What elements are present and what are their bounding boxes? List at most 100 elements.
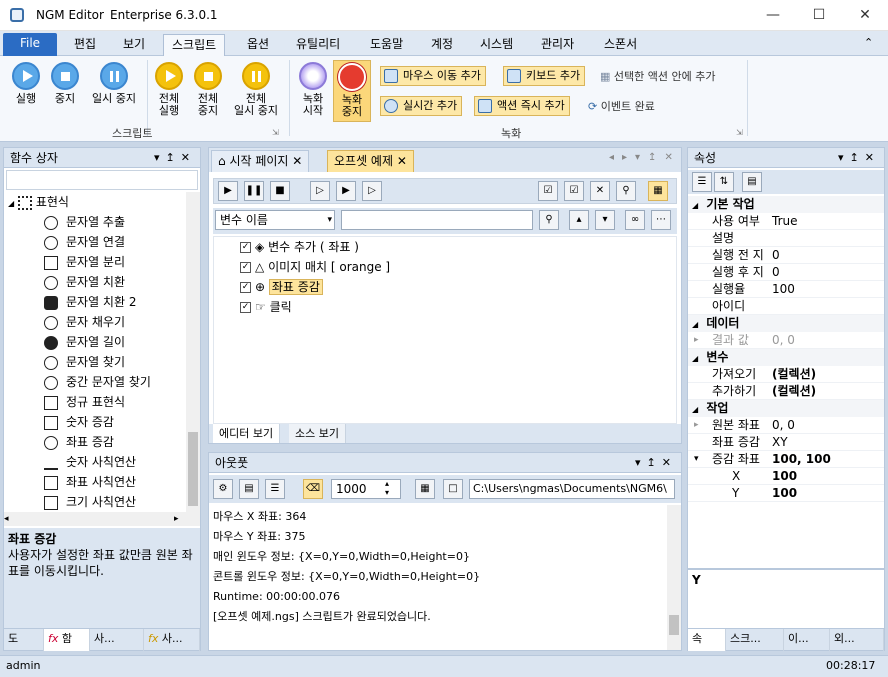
panel-pin-icons[interactable]: ▾↥✕ bbox=[838, 148, 880, 168]
close-tab-icon[interactable]: ✕ bbox=[397, 154, 407, 168]
delete-icon[interactable]: ✕ bbox=[590, 181, 610, 201]
tree-item[interactable]: 좌표 증감 bbox=[44, 432, 114, 452]
add-action-now-button[interactable]: 액션 즉시 추가 bbox=[474, 96, 570, 116]
menu-file[interactable]: File bbox=[3, 33, 57, 56]
checkbox[interactable]: ✓ bbox=[240, 302, 251, 313]
folder-icon[interactable]: □ bbox=[443, 479, 463, 499]
step-icon[interactable]: ▷ bbox=[310, 181, 330, 201]
prop-row[interactable]: ▸ 결과 값 0, 0 bbox=[688, 332, 884, 349]
add-realtime-button[interactable]: 실시간 추가 bbox=[380, 96, 463, 116]
prop-row[interactable]: 실행 전 지0 bbox=[688, 247, 884, 264]
tab-start-page[interactable]: ⌂ 시작 페이지 ✕ bbox=[211, 150, 310, 172]
arrow-down-icon[interactable]: ▾ bbox=[595, 210, 615, 230]
category-work[interactable]: ◢ 작업 bbox=[688, 400, 884, 417]
prop-row[interactable]: 추가하기 (컬렉션) bbox=[688, 383, 884, 400]
prop-row[interactable]: 좌표 증감 XY bbox=[688, 434, 884, 451]
close-window-button[interactable]: ✕ bbox=[842, 0, 888, 31]
tree-view-icon[interactable]: ▦ bbox=[648, 181, 668, 201]
add-keyboard-button[interactable]: 키보드 추가 bbox=[503, 66, 586, 86]
run-button[interactable]: 실행 bbox=[8, 62, 44, 105]
prop-row[interactable]: Y 100 bbox=[688, 485, 884, 502]
tab-script[interactable]: 스크... bbox=[726, 629, 784, 651]
event-done-button[interactable]: ⟳ 이벤트 완료 bbox=[588, 98, 655, 114]
add-mouse-move-button[interactable]: 마우스 이동 추가 bbox=[380, 66, 486, 86]
tab-functions[interactable]: fx 함 bbox=[44, 629, 90, 651]
prop-row[interactable]: 실행율 100 bbox=[688, 281, 884, 298]
prop-row[interactable]: 실행 후 지0 bbox=[688, 264, 884, 281]
tree-item[interactable]: 문자열 치환 2 bbox=[44, 292, 136, 312]
tree-item[interactable]: 좌표 사칙연산 bbox=[44, 472, 136, 492]
list-icon[interactable]: ☰ bbox=[265, 479, 285, 499]
prop-row[interactable]: X 100 bbox=[688, 468, 884, 485]
categorized-icon[interactable]: ☰ bbox=[692, 172, 712, 192]
minimize-button[interactable]: — bbox=[750, 0, 796, 31]
arrow-up-icon[interactable]: ▴ bbox=[569, 210, 589, 230]
function-tree-scrollbar[interactable] bbox=[186, 192, 200, 512]
collapse-ribbon-icon[interactable]: ⌃ bbox=[864, 36, 873, 49]
tree-item[interactable]: 중간 문자열 찾기 bbox=[44, 372, 151, 392]
menu-system[interactable]: 시스템 bbox=[472, 34, 521, 56]
menu-admin[interactable]: 관리자 bbox=[533, 34, 582, 56]
panel-pin-icons[interactable]: ▾↥✕ bbox=[154, 148, 196, 168]
menu-options[interactable]: 옵션 bbox=[239, 34, 277, 56]
tab-image[interactable]: 이... bbox=[784, 629, 830, 651]
sort-alpha-icon[interactable]: ⇅ bbox=[714, 172, 734, 192]
step-over-icon[interactable]: ▷ bbox=[362, 181, 382, 201]
tab-offset-example[interactable]: 오프셋 예제 ✕ bbox=[327, 150, 414, 172]
output-path-field[interactable]: C:\Users\ngmas\Documents\NGM6\ bbox=[469, 479, 675, 499]
script-line[interactable]: ✓ ☞ 클릭 bbox=[240, 297, 292, 317]
stop-icon[interactable]: ■ bbox=[270, 181, 290, 201]
more-icon[interactable]: ⋯ bbox=[651, 210, 671, 230]
prop-row[interactable]: 아이디 bbox=[688, 298, 884, 315]
menu-script[interactable]: 스크립트 bbox=[163, 34, 226, 56]
clear-output-icon[interactable]: ⚙ bbox=[213, 479, 233, 499]
play-icon[interactable]: ▶ bbox=[218, 181, 238, 201]
run-all-button[interactable]: 전체 실행 bbox=[151, 62, 187, 117]
tree-item[interactable]: 문자열 찾기 bbox=[44, 352, 125, 372]
step-into-icon[interactable]: ▶ bbox=[336, 181, 356, 201]
tree-item[interactable]: 문자열 추출 bbox=[44, 212, 125, 232]
checkbox[interactable]: ✓ bbox=[240, 282, 251, 293]
function-search-input[interactable] bbox=[6, 170, 198, 190]
search-icon[interactable]: ⚲ bbox=[539, 210, 559, 230]
stop-button[interactable]: 중지 bbox=[47, 62, 83, 105]
tab-external[interactable]: 외... bbox=[830, 629, 884, 651]
menu-account[interactable]: 계정 bbox=[423, 34, 461, 56]
tab-editor-view[interactable]: 에디터 보기 bbox=[213, 424, 281, 443]
script-line-selected[interactable]: ✓ ⊕ 좌표 증감 bbox=[240, 277, 323, 297]
stepper-arrows-icon[interactable]: ▴ ▾ bbox=[385, 479, 389, 497]
variable-select[interactable]: 변수 이름 ▾ bbox=[215, 210, 335, 230]
tree-item[interactable]: 크기 사칙연산 bbox=[44, 492, 136, 512]
script-group-launcher-icon[interactable]: ⇲ bbox=[272, 128, 279, 137]
property-pages-icon[interactable]: ▤ bbox=[742, 172, 762, 192]
scrollbar-thumb[interactable] bbox=[188, 432, 198, 506]
script-line[interactable]: ✓ ◈ 변수 추가 ( 좌표 ) bbox=[240, 237, 359, 257]
tab-variables[interactable]: 도 bbox=[4, 629, 44, 651]
record-group-launcher-icon[interactable]: ⇲ bbox=[736, 128, 743, 137]
tree-category-expression[interactable]: ◢ 표현식 bbox=[8, 192, 69, 212]
eraser-icon[interactable]: ⌫ bbox=[303, 479, 323, 499]
tree-item[interactable]: 숫자 증감 bbox=[44, 412, 114, 432]
menu-utility[interactable]: 유틸리티 bbox=[288, 34, 348, 56]
tab-properties[interactable]: 속 bbox=[688, 629, 726, 651]
function-tree-hscrollbar[interactable]: ◂ ▸ bbox=[4, 512, 200, 526]
menu-help[interactable]: 도움말 bbox=[362, 34, 411, 56]
pause-icon[interactable]: ❚❚ bbox=[244, 181, 264, 201]
checkbox[interactable]: ✓ bbox=[240, 262, 251, 273]
maximize-button[interactable]: ☐ bbox=[796, 0, 842, 31]
tree-item[interactable]: 문자열 연결 bbox=[44, 232, 125, 252]
scrollbar-thumb[interactable] bbox=[669, 615, 679, 635]
pause-button[interactable]: 일시 중지 bbox=[86, 62, 142, 105]
tab-user-func[interactable]: fx 사... bbox=[144, 629, 200, 651]
check-all-icon[interactable]: ☑ bbox=[538, 181, 558, 201]
record-start-button[interactable]: 녹화 시작 bbox=[296, 62, 330, 117]
tree-item[interactable]: 숫자 사칙연산 bbox=[44, 452, 136, 472]
tree-item[interactable]: 문자열 분리 bbox=[44, 252, 125, 272]
prop-row[interactable]: 설명 bbox=[688, 230, 884, 247]
tree-item[interactable]: 정규 표현식 bbox=[44, 392, 125, 412]
tree-item[interactable]: 문자열 치환 bbox=[44, 272, 125, 292]
tab-source-view[interactable]: 소스 보기 bbox=[289, 424, 346, 443]
check-icon[interactable]: ☑ bbox=[564, 181, 584, 201]
search-icon[interactable]: ⚲ bbox=[616, 181, 636, 201]
tree-item[interactable]: 문자열 길이 bbox=[44, 332, 125, 352]
